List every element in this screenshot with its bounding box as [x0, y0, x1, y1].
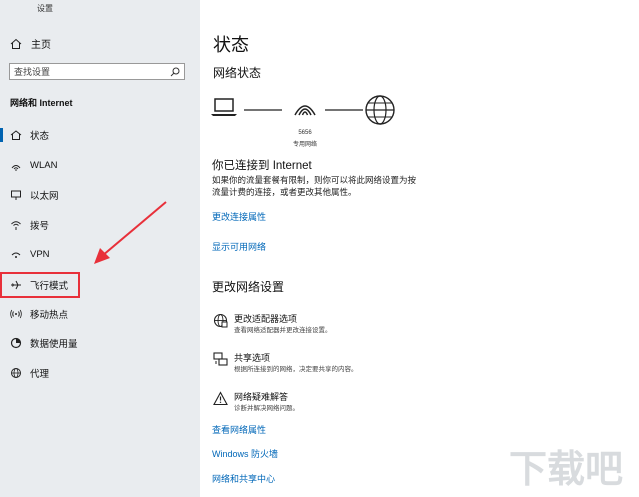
sidebar-item-hotspot[interactable]: 移动热点 [9, 304, 197, 324]
sidebar-item-label: 以太网 [30, 191, 59, 202]
network-troubleshooter[interactable]: 网络疑难解答 诊断并解决网络问题。 [212, 390, 512, 418]
windows-firewall-link[interactable]: Windows 防火墙 [212, 447, 278, 460]
data-usage-icon [9, 337, 23, 349]
airplane-icon [9, 279, 23, 291]
sidebar-item-label: 状态 [30, 131, 50, 142]
option-description: 查看网络适配器并更改连接设置。 [234, 327, 332, 334]
sidebar-section-title: 网络和 Internet [10, 98, 73, 108]
sidebar-item-label: 代理 [30, 369, 50, 380]
change-adapter-options[interactable]: 更改适配器选项 查看网络适配器并更改连接设置。 [212, 312, 512, 340]
home-icon [9, 38, 23, 50]
sharing-icon [212, 352, 228, 368]
network-status-heading: 网络状态 [213, 66, 262, 80]
wifi-icon [9, 159, 23, 171]
search-box[interactable] [9, 63, 185, 80]
main-panel: 状态 网络状态 5656 专用网络 你已连接到 Internet 如果你的流量套… [200, 0, 639, 497]
network-sharing-center-link[interactable]: 网络和共享中心 [212, 472, 275, 485]
sidebar-item-status[interactable]: 状态 [0, 125, 197, 145]
selection-indicator [0, 128, 3, 142]
vpn-icon [9, 248, 23, 260]
sidebar-item-airplane-mode[interactable]: 飞行模式 [9, 275, 197, 295]
dialup-icon [9, 219, 23, 231]
warning-icon [212, 391, 228, 407]
sidebar-item-label: VPN [30, 248, 50, 260]
laptop-icon [211, 98, 237, 116]
globe-icon [9, 367, 23, 379]
option-description: 根据所连接到的网络，决定要共享的内容。 [234, 366, 358, 373]
sidebar-item-data-usage[interactable]: 数据使用量 [9, 333, 197, 353]
change-network-settings-heading: 更改网络设置 [212, 280, 285, 294]
connected-description: 如果你的流量套餐有限制，则你可以将此网络设置为按流量计费的连接，或者更改其他属性… [212, 175, 417, 197]
sidebar-item-label: 数据使用量 [30, 339, 78, 350]
sidebar-item-wlan[interactable]: WLAN [9, 155, 197, 175]
connected-title: 你已连接到 Internet [212, 160, 312, 172]
show-available-networks-link[interactable]: 显示可用网络 [212, 240, 266, 253]
window-title: 设置 [37, 4, 53, 13]
wifi-signal-icon [294, 105, 316, 116]
sidebar-item-label: 飞行模式 [30, 281, 69, 292]
search-icon[interactable] [168, 67, 182, 77]
option-description: 诊断并解决网络问题。 [234, 405, 299, 412]
page-title: 状态 [213, 35, 249, 55]
status-icon [9, 129, 23, 141]
home-link[interactable]: 主页 [9, 36, 51, 51]
annotation-arrow [94, 201, 167, 264]
network-ssid: 5656 [298, 130, 312, 136]
change-connection-properties-link[interactable]: 更改连接属性 [212, 210, 266, 223]
network-diagram [211, 95, 395, 125]
sidebar-item-label: 拨号 [30, 221, 50, 232]
sidebar-item-label: 移动热点 [30, 310, 69, 321]
view-network-properties-link[interactable]: 查看网络属性 [212, 423, 266, 436]
search-input[interactable] [10, 64, 168, 79]
home-label: 主页 [31, 40, 51, 51]
hotspot-icon [9, 308, 23, 320]
ethernet-icon [9, 189, 23, 201]
adapter-icon [212, 313, 228, 329]
sharing-options[interactable]: 共享选项 根据所连接到的网络，决定要共享的内容。 [212, 351, 512, 379]
sidebar-item-proxy[interactable]: 代理 [9, 363, 197, 383]
internet-globe-icon [365, 95, 395, 125]
network-type: 专用网络 [292, 142, 317, 148]
sidebar-item-label: WLAN [30, 159, 58, 171]
